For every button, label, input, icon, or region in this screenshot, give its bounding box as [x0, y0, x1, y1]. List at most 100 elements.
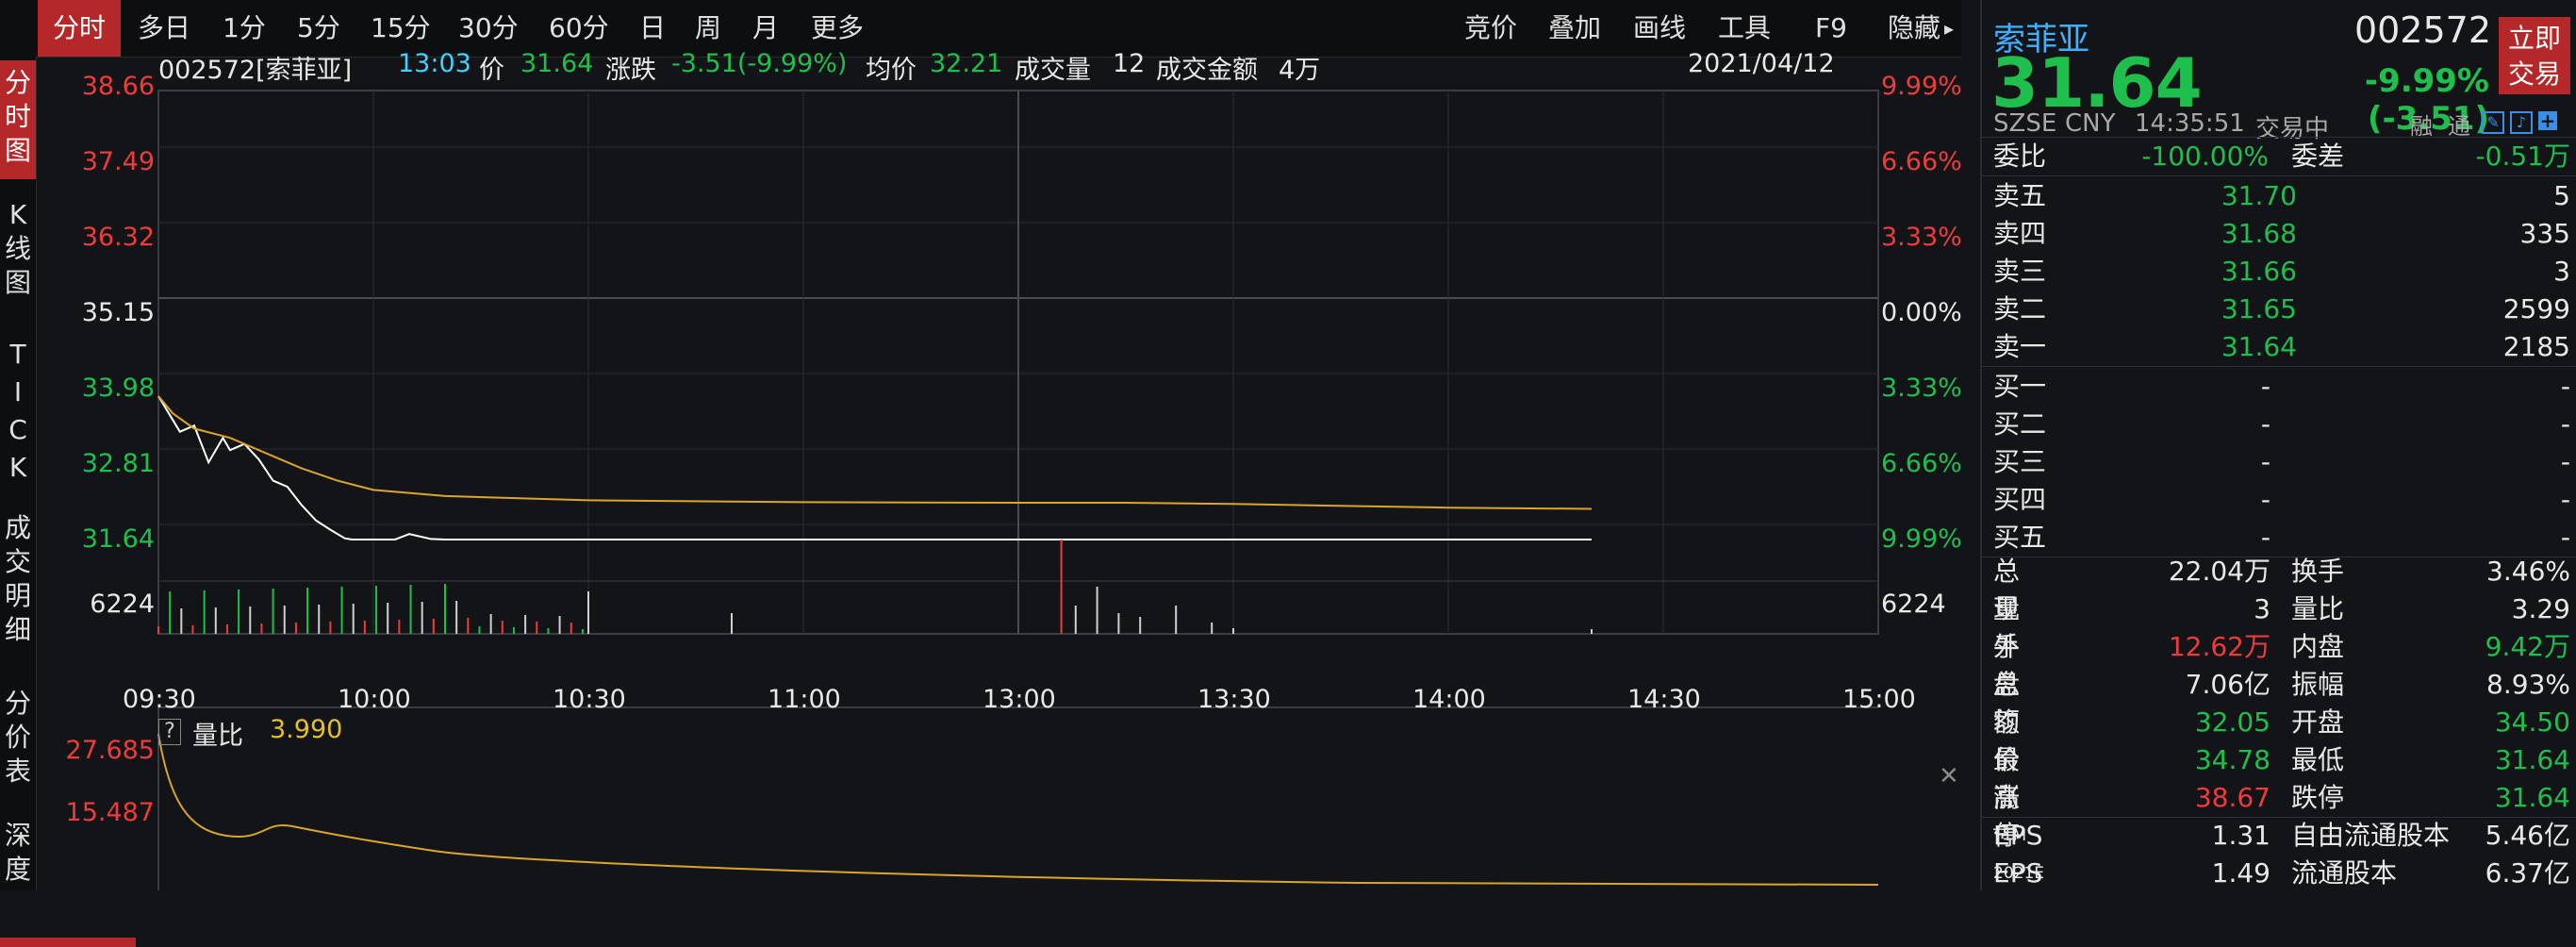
currency: CNY	[2065, 109, 2116, 138]
bid-label: 买一	[1993, 371, 2047, 402]
tab-15min[interactable]: 15分	[371, 0, 431, 57]
margin-flag: 融	[2410, 113, 2433, 140]
nav-label: 深度	[4, 820, 31, 885]
x-tick-label: 14:30	[1627, 685, 1701, 714]
add-watchlist-icon[interactable]: +	[2538, 111, 2557, 130]
stat-row: 最高 34.78 最低 31.64	[1993, 741, 2570, 813]
stat-label-text: EPS	[1993, 820, 2043, 851]
nav-depth[interactable]: 深度	[0, 819, 36, 887]
tab-30min[interactable]: 30分	[458, 0, 519, 57]
ask-label: 卖二	[1993, 293, 2047, 324]
stat-row: 外盘 12.62万 内盘 9.42万	[1993, 628, 2570, 700]
help-icon[interactable]: ?	[158, 719, 181, 745]
bid-label: 买三	[1993, 446, 2047, 477]
bid-row[interactable]: 买一 - -	[1993, 368, 2570, 406]
ask-row[interactable]: 卖四 31.68 335	[1993, 215, 2570, 253]
nav-price-table[interactable]: 分价表	[0, 687, 36, 789]
stat-value-2: 5.46亿	[2485, 820, 2570, 851]
intraday-chart-area[interactable]: 002572[索菲亚] 13:03 价 31.64 涨跌 -3.51(-9.99…	[38, 49, 1962, 890]
stat-value-2: 9.42万	[2485, 631, 2570, 662]
stat-value: 1.31	[2211, 820, 2271, 851]
weicha-value: -0.51万	[2475, 141, 2570, 172]
bid-row[interactable]: 买四 - -	[1993, 481, 2570, 519]
bottom-indicator	[0, 938, 136, 947]
ask-price: 31.65	[2221, 293, 2297, 324]
bid-row[interactable]: 买三 - -	[1993, 443, 2570, 481]
quote-panel: 索菲亚 002572 立即交易 31.64 -9.99% (-3.51) SZS…	[1980, 0, 2576, 890]
hide-arrow-icon[interactable]: ▸	[1944, 0, 1954, 57]
stat-label-2: 最低	[2291, 744, 2345, 775]
f9-button[interactable]: F9	[1815, 0, 1847, 57]
bid-volume: -	[2560, 446, 2570, 477]
divider	[1982, 366, 2576, 367]
stat-row: 总量 22.04万 换手 3.46%	[1993, 553, 2570, 624]
nav-label: TICK	[8, 339, 27, 483]
stat-label-text: EPS	[1993, 857, 2043, 889]
bid-volume: -	[2560, 408, 2570, 440]
trade-now-button[interactable]: 立即交易	[2499, 17, 2570, 94]
bid-price: -	[2260, 484, 2271, 515]
view-sidebar: 分时图 K线图 TICK 成交明细 分价表 深度	[0, 57, 136, 947]
nav-trade-detail[interactable]: 成交明细	[0, 511, 36, 647]
stat-value: 38.67	[2194, 782, 2271, 813]
tab-more[interactable]: 更多	[811, 0, 864, 57]
tab-day[interactable]: 日	[639, 0, 666, 57]
tab-5min[interactable]: 5分	[297, 0, 340, 57]
ask-row[interactable]: 卖一 31.64 2185	[1993, 328, 2570, 366]
ask-row[interactable]: 卖五 31.70 5	[1993, 177, 2570, 215]
tab-60min[interactable]: 60分	[549, 0, 609, 57]
ask-row[interactable]: 卖二 31.65 2599	[1993, 291, 2570, 328]
bid-label: 买二	[1993, 408, 2047, 440]
bid-row[interactable]: 买五 - -	[1993, 519, 2570, 557]
bid-label: 买四	[1993, 484, 2047, 515]
weicha-label: 委差	[2291, 141, 2345, 172]
x-tick-label: 09:30	[123, 685, 196, 714]
stat-value-2: 6.37亿	[2485, 857, 2570, 889]
stat-value: 22.04万	[2168, 556, 2271, 587]
stat-row: EPS TTM 1.31 自由流通股本 5.46亿	[1993, 817, 2570, 855]
tab-1min[interactable]: 1分	[223, 0, 266, 57]
stat-label-2: 量比	[2291, 593, 2345, 624]
stat-value-2: 31.64	[2494, 744, 2570, 775]
alert-bell-icon[interactable]: ♪	[2510, 111, 2533, 134]
stat-label-2: 振幅	[2291, 669, 2345, 700]
tab-fenshi[interactable]: 分时	[38, 0, 121, 57]
nav-fenshi-chart[interactable]: 分时图	[0, 60, 36, 179]
nav-tick[interactable]: TICK	[0, 336, 36, 487]
nav-kline-chart[interactable]: K线图	[0, 198, 36, 300]
hide-button[interactable]: 隐藏	[1888, 0, 1940, 57]
stat-row: EPS 2021E 1.49 流通股本 6.37亿	[1993, 855, 2570, 892]
auction-button[interactable]: 竞价	[1464, 0, 1517, 57]
edit-icon[interactable]: ✎	[2482, 111, 2504, 134]
tab-multiday[interactable]: 多日	[138, 0, 190, 57]
bid-row[interactable]: 买二 - -	[1993, 406, 2570, 443]
close-icon[interactable]: ✕	[1939, 762, 1959, 790]
stat-value: 7.06亿	[2185, 669, 2271, 700]
ask-row[interactable]: 卖三 31.66 3	[1993, 253, 2570, 291]
bid-label: 买五	[1993, 522, 2047, 553]
overlay-button[interactable]: 叠加	[1548, 0, 1601, 57]
stat-row: 均价 32.05 开盘 34.50	[1993, 704, 2570, 775]
ask-price: 31.64	[2221, 331, 2297, 362]
stat-value-2: 8.93%	[2486, 669, 2570, 700]
tab-week[interactable]: 周	[695, 0, 721, 57]
stat-value: 34.78	[2194, 744, 2271, 775]
tools-button[interactable]: 工具	[1718, 0, 1771, 57]
stat-label-2: 跌停	[2291, 782, 2345, 813]
ask-volume: 3	[2553, 256, 2570, 287]
divider	[1982, 175, 2576, 176]
weibi-label: 委比	[1993, 141, 2047, 172]
bid-price: -	[2260, 522, 2271, 553]
ask-label: 卖五	[1993, 180, 2047, 211]
bid-volume: -	[2560, 484, 2570, 515]
stat-label-2: 内盘	[2291, 631, 2345, 662]
ask-price: 31.68	[2221, 218, 2297, 249]
quote-time: 14:35:51	[2135, 109, 2245, 138]
stat-label-2: 开盘	[2291, 706, 2345, 738]
lower-y-tick: 15.487	[65, 798, 155, 827]
nav-label: 成交明细	[4, 512, 31, 645]
tab-month[interactable]: 月	[752, 0, 779, 57]
draw-line-button[interactable]: 画线	[1633, 0, 1686, 57]
trade-now-label: 立即交易	[2507, 23, 2561, 90]
ask-label: 卖一	[1993, 331, 2047, 362]
